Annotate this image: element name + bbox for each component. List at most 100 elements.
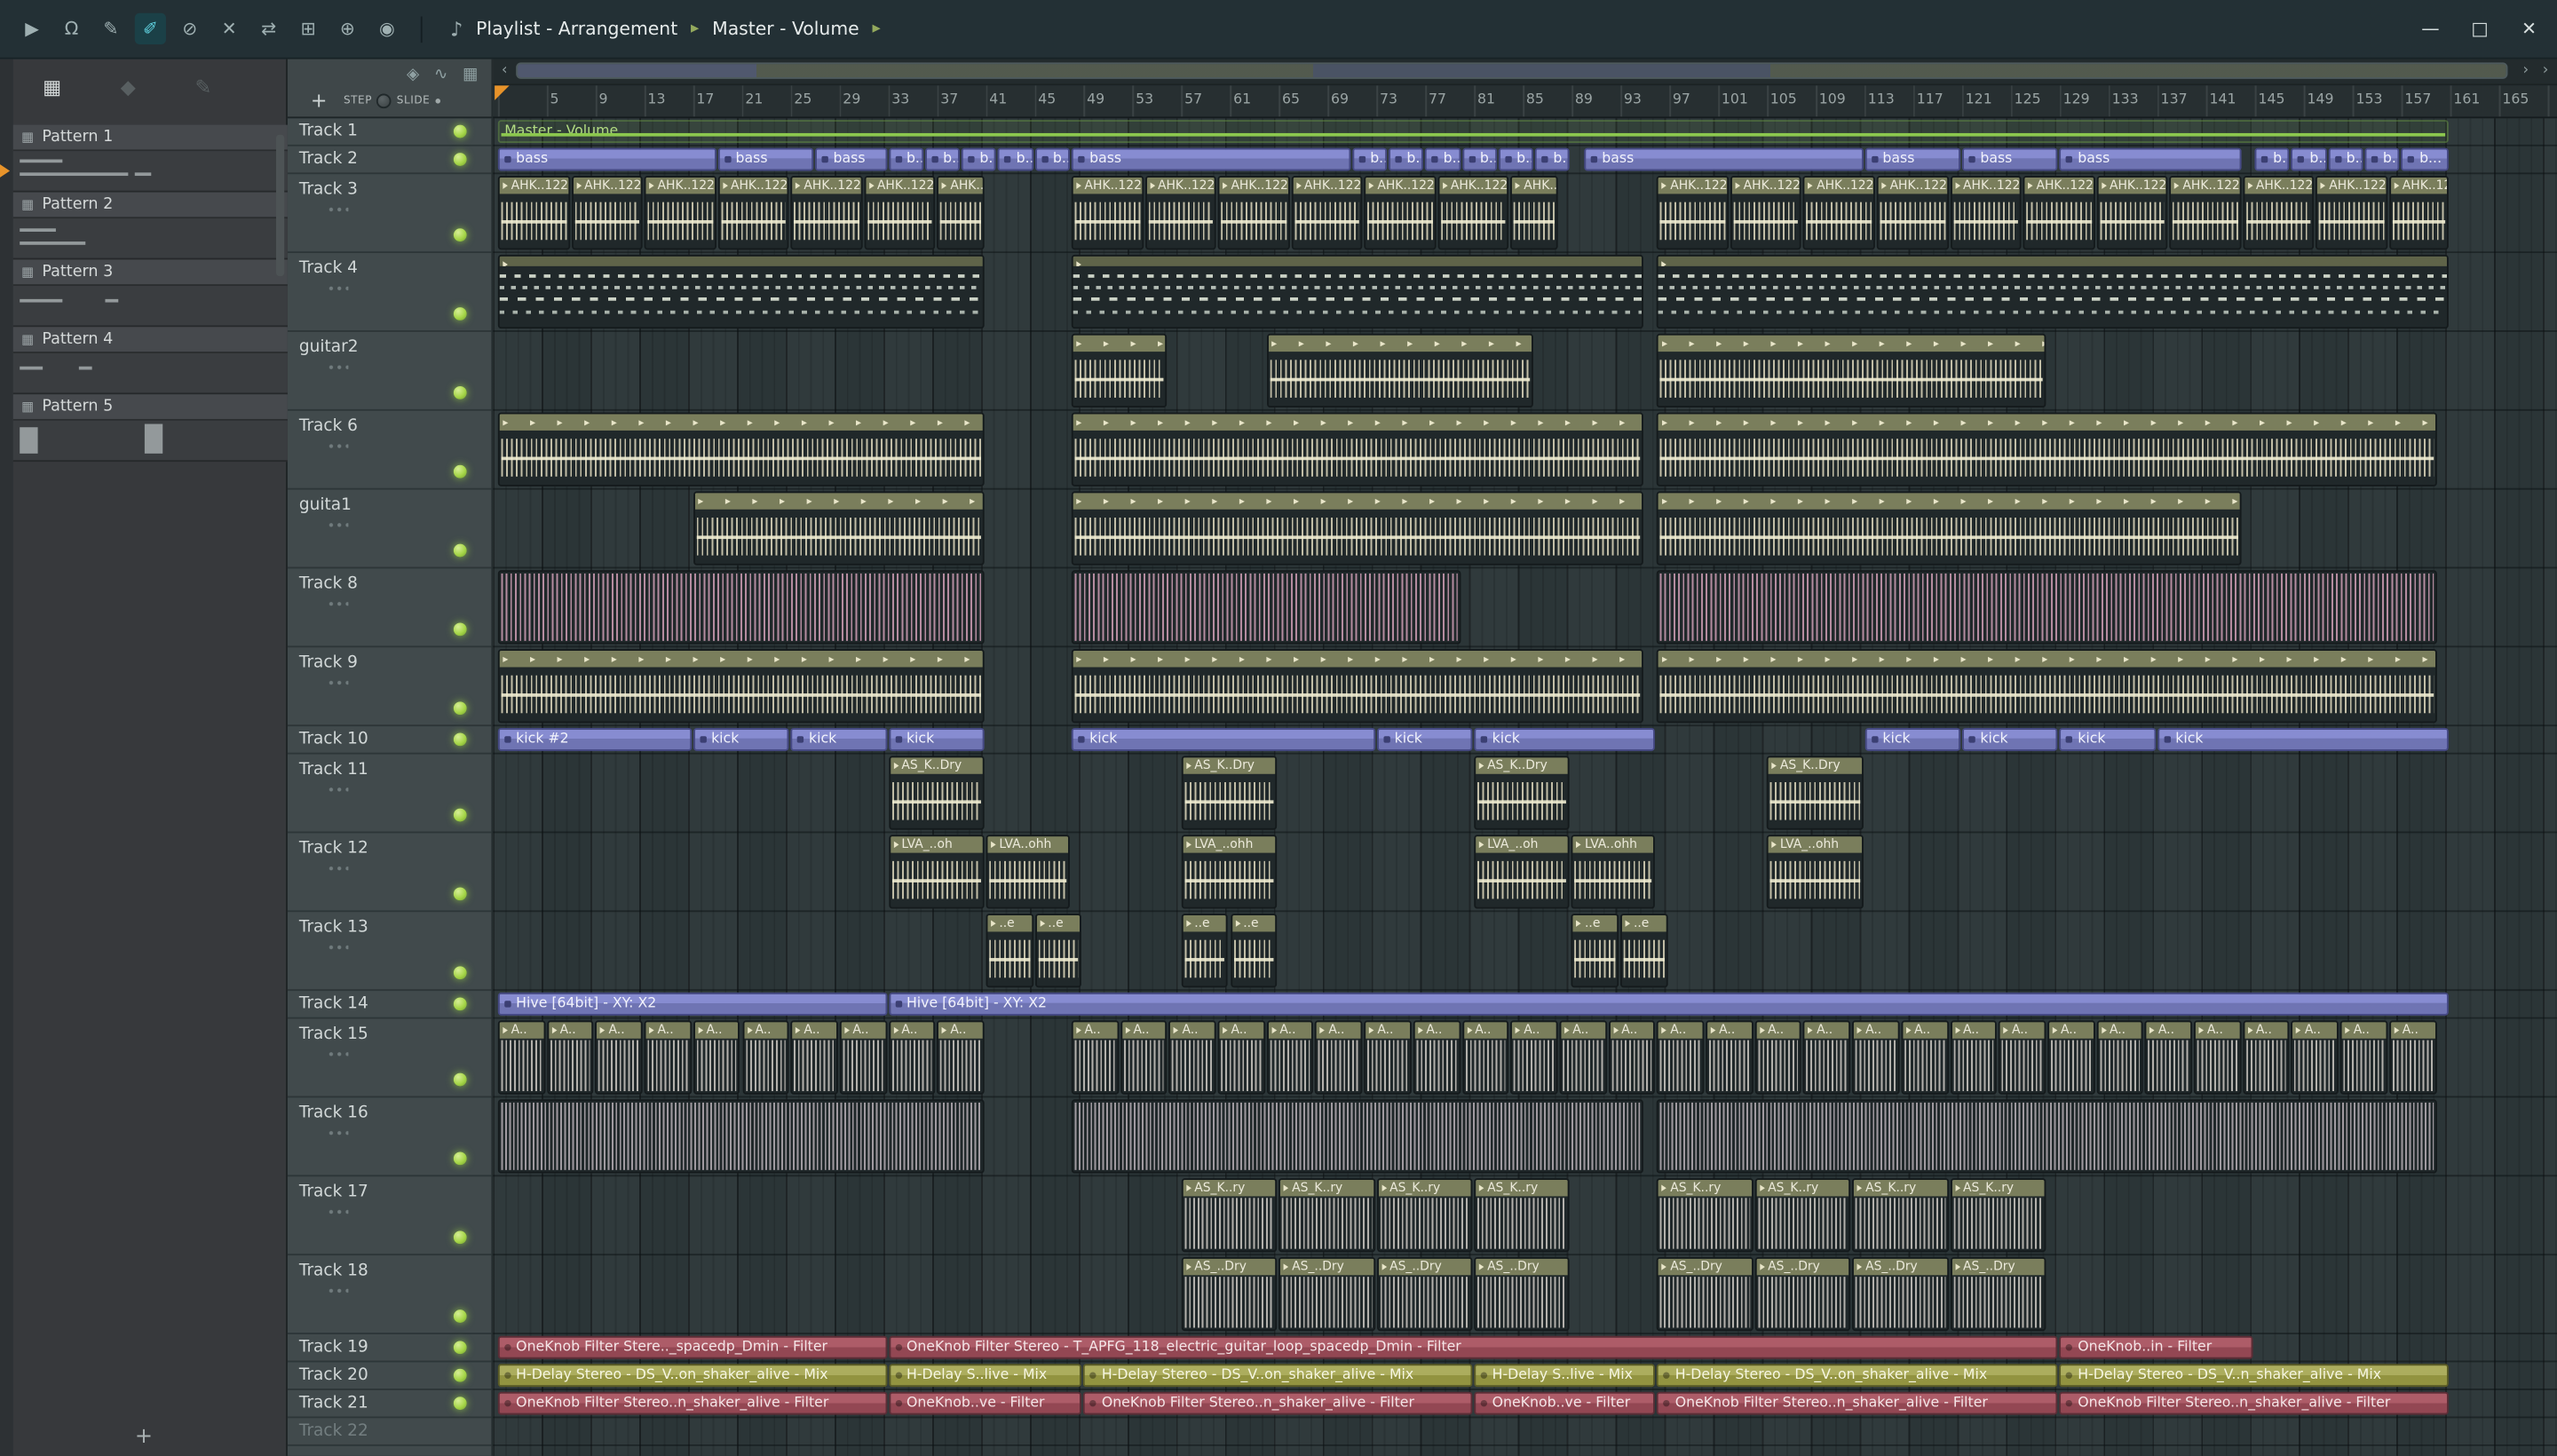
playlist-lane[interactable]: AHK..122 AHK..122 AHK..122 AHK..122 AHK..122… [493,174,2557,254]
pat-clip[interactable]: bass [717,147,814,171]
chop-clip[interactable]: AS_K..ry [1754,1178,1851,1253]
fxr-clip[interactable]: OneKnob Filter Stereo..n_shaker_alive - … [2059,1391,2449,1415]
pat-clip[interactable]: bass [815,147,887,171]
track-mute-led[interactable] [453,997,467,1011]
track-header[interactable]: Track 17 [287,1176,492,1256]
fxr-clip[interactable]: OneKnob Filter Stereo..n_shaker_alive - … [1657,1391,2059,1415]
chop-clip[interactable]: A.. [1120,1020,1168,1095]
chop-clip[interactable]: A.. [1901,1020,1949,1095]
playlist-lane[interactable]: AS_K..Dry AS_K..Dry AS_K..Dry AS_K..Dry [493,755,2557,834]
pat-clip[interactable]: kick [1376,727,1473,751]
pattern-item-header[interactable]: ▦ Pattern 4 [12,327,288,353]
automation-tab-icon[interactable]: ✎ [194,75,211,99]
chop-clip[interactable]: A.. [937,1020,985,1095]
scroll-left-icon[interactable]: ‹ [495,59,514,84]
audio-clip[interactable]: AHK..122 [644,176,716,250]
chop-clip[interactable]: A.. [1510,1020,1558,1095]
patterns-tab-icon[interactable]: ▦ [43,75,61,99]
audio-clip[interactable]: ▸ ▸ ▸ ▸ ▸ ▸ ▸ ▸ ▸ ▸ ▸ ▸ ▸ ▸ ▸ ▸ ▸ ▸ ▸ ▸ … [1657,491,2242,566]
chop-clip[interactable]: A.. [1364,1020,1412,1095]
track-header[interactable]: Track 10 [287,726,492,755]
playlist-lane[interactable]: AS_..Dry AS_..Dry AS_..Dry AS_..Dry AS_..Dry… [493,1255,2557,1334]
track-header[interactable]: Track 18 [287,1255,492,1334]
track-mute-led[interactable] [453,966,467,980]
fxr-clip[interactable]: OneKnob Filter Stere.._spacedp_Dmin - Fi… [497,1335,887,1359]
track-mute-led[interactable] [453,808,467,822]
audio-clip[interactable]: ..e [1571,914,1619,988]
fxo-clip[interactable]: H-Delay S..live - Mix [888,1364,1082,1388]
audio-clip[interactable]: AS_K..Dry [1767,756,1864,830]
chop-clip[interactable]: AS_..Dry [1181,1256,1278,1332]
fxr-clip[interactable]: OneKnob..in - Filter [2059,1335,2253,1359]
resize-grip-icon[interactable] [327,1209,349,1215]
playlist-lane[interactable]: bassbassbassb...b...b...b...b...bassb...… [493,146,2557,175]
fxo-clip[interactable]: H-Delay Stereo - DS_V..on_shaker_alive -… [1657,1364,2059,1388]
pat-clip[interactable]: kick [790,727,887,751]
audio-clip[interactable]: ▸ ▸ ▸ ▸ ▸ ▸ ▸ ▸ ▸ ▸ ▸ ▸ ▸ ▸ ▸ ▸ ▸ ▸ ▸ ▸ … [1071,412,1643,487]
audio-clip[interactable]: LVA_..ohh [1767,835,1864,909]
audio-clip[interactable]: AS_K..Dry [1181,756,1278,830]
audio-clip[interactable]: LVA..ohh [986,835,1070,909]
audio-clip[interactable]: AHK..122 [1217,176,1290,250]
audio-clip[interactable]: AHK..122 [937,176,985,250]
chop-clip[interactable]: AS_K..ry [1950,1178,2046,1253]
resize-grip-icon[interactable] [327,945,349,950]
audio-clip[interactable]: ▸ ▸ ▸ ▸ ▸ ▸ ▸ ▸ ▸ ▸ ▸ ▸ ▸ ▸ ▸ ▸ ▸ ▸ ▸ ▸ … [497,412,985,487]
pat-clip[interactable]: bass [1961,147,2059,171]
chop-clip[interactable]: A.. [546,1020,594,1095]
track-mute-led[interactable] [453,543,467,558]
track-header[interactable]: Track 14 [287,991,492,1019]
playlist-lane[interactable]: OneKnob Filter Stere.._spacedp_Dmin - Fi… [493,1334,2557,1363]
audio-clip[interactable]: ▸ ▸ ▸ ▸ ▸ ▸ ▸ ▸ ▸ ▸ ▸ ▸ ▸ ▸ ▸ ▸ ▸ ▸ ▸ ▸ … [1071,333,1168,408]
pat-clip[interactable]: kick [1474,727,1656,751]
audio-clip[interactable]: AS_K..Dry [1474,756,1571,830]
pat-clip[interactable]: bass [1583,147,1864,171]
track-header[interactable]: Track 22 [287,1418,492,1446]
track-mute-led[interactable] [453,622,467,637]
audio-clip[interactable]: AHK..122 [1657,176,1730,250]
chop-clip[interactable]: A.. [741,1020,789,1095]
chop-clip[interactable]: A.. [497,1020,545,1095]
audio-clip[interactable]: ..e [1230,914,1278,988]
chop-clip[interactable]: A.. [2292,1020,2339,1095]
chop-clip[interactable]: AS_K..ry [1181,1178,1278,1253]
pat-clip[interactable]: b... [998,147,1033,171]
pat-clip[interactable]: bass [2059,147,2242,171]
audio-clip[interactable]: ..e [1620,914,1668,988]
chop-clip[interactable]: A.. [1852,1020,1900,1095]
audio-clip[interactable]: AHK..122 [2388,176,2449,250]
close-button[interactable]: ✕ [2518,18,2541,39]
track-mute-led[interactable] [453,307,467,320]
chop-clip[interactable]: A.. [1608,1020,1656,1095]
chop-clip[interactable]: A.. [2096,1020,2144,1095]
pat-clip[interactable]: bass [497,147,716,171]
step-slide-knob[interactable] [376,92,392,108]
pat-clip[interactable]: b... [2328,147,2363,171]
audio-clip[interactable]: AHK..122 [1876,176,1949,250]
chop-clip[interactable]: A.. [595,1020,643,1095]
fxr-clip[interactable]: OneKnob Filter Stereo - T_APFG_118_elect… [888,1335,2059,1359]
headphones-icon[interactable]: Ω [56,13,87,44]
chop-clip[interactable]: A.. [888,1020,936,1095]
pattern-item[interactable]: ▦ Pattern 1 [0,124,288,193]
pat-clip[interactable]: Hive [64bit] - XY: X2 [497,992,887,1016]
slip-icon[interactable]: ⇄ [253,13,284,44]
playlist-lane[interactable]: ▸ ▸ ▸ ▸ ▸ ▸ ▸ ▸ ▸ ▸ ▸ ▸ ▸ ▸ ▸ ▸ ▸ ▸ ▸ ▸ … [493,490,2557,569]
track-header[interactable]: Track 3 [287,174,492,254]
track-header[interactable]: Track 13 [287,912,492,992]
timeline-ruler[interactable]: 5 9 13 17 21 25 29 33 37 41 45 49 53 57 61 65 69 73 77 81 85… [493,85,2557,119]
track-mute-led[interactable] [453,1072,467,1087]
playlist-lane[interactable] [493,568,2557,648]
resize-grip-icon[interactable] [327,1130,349,1136]
audio-clip[interactable]: ▸ ▸ ▸ ▸ ▸ ▸ ▸ ▸ ▸ ▸ ▸ ▸ ▸ ▸ ▸ ▸ ▸ ▸ ▸ ▸ … [1071,491,1643,566]
audio-clip[interactable]: ..e [986,914,1033,988]
breadcrumb-item[interactable]: Master - Volume [712,18,859,39]
pat-clip[interactable]: b... [1034,147,1070,171]
maximize-button[interactable]: □ [2468,18,2491,39]
pat-clip[interactable]: b... [1498,147,1534,171]
playhead-marker[interactable] [495,85,510,100]
track-mute-led[interactable] [453,701,467,716]
piano-view-icon[interactable]: ▦ [463,65,478,83]
audio-clip[interactable]: AHK..122 [1291,176,1363,250]
audio-clip[interactable]: ▸ ▸ ▸ ▸ ▸ ▸ ▸ ▸ ▸ ▸ ▸ ▸ ▸ ▸ ▸ ▸ ▸ ▸ ▸ ▸ … [1657,333,2046,408]
